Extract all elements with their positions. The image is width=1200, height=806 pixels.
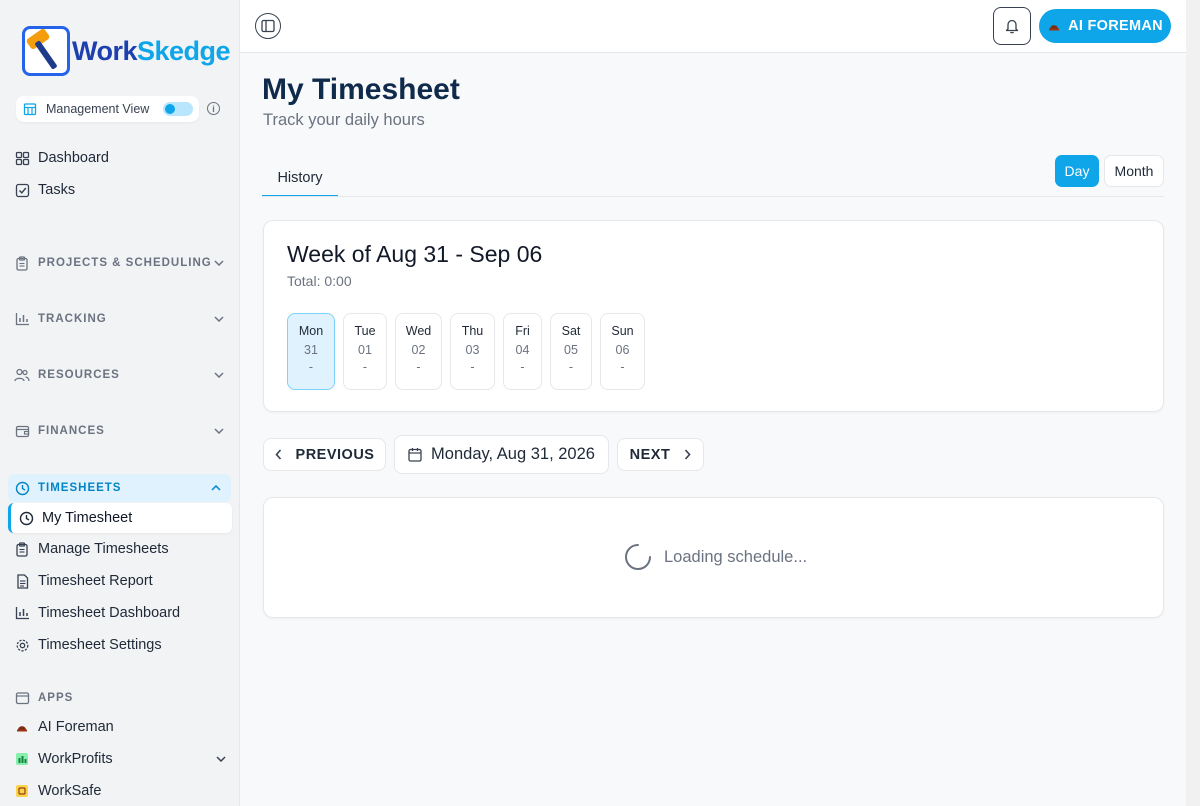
- management-view-toggle[interactable]: [163, 102, 193, 116]
- chevron-down-icon: [212, 255, 226, 271]
- section-timesheets[interactable]: TIMESHEETS: [8, 474, 231, 502]
- top-bar: AI FOREMAN: [240, 0, 1186, 53]
- building-icon: [22, 101, 38, 117]
- sidebar-item-timesheet-report[interactable]: Timesheet Report: [14, 573, 153, 589]
- clock-icon: [14, 480, 30, 496]
- worksafe-app-icon: [14, 783, 30, 799]
- day-tile-thu[interactable]: Thu 03 -: [450, 313, 495, 390]
- hard-hat-icon: [14, 719, 30, 735]
- sidebar-item-timesheet-settings[interactable]: Timesheet Settings: [14, 637, 162, 653]
- panel-left-icon: [261, 19, 275, 33]
- wallet-icon: [14, 423, 30, 439]
- schedule-card: Loading schedule...: [263, 497, 1164, 618]
- tabs-divider: [262, 196, 1164, 197]
- week-total: Total: 0:00: [287, 273, 352, 289]
- brand-name: WorkSkedge: [72, 35, 231, 66]
- week-title: Week of Aug 31 - Sep 06: [287, 241, 543, 267]
- sidebar: WorkSkedge Management View i Dashboard T…: [0, 0, 240, 806]
- chevron-down-icon: [212, 423, 226, 439]
- chevron-left-icon: [274, 449, 282, 460]
- section-finances[interactable]: FINANCES: [14, 423, 226, 439]
- next-day-button[interactable]: NEXT: [617, 438, 704, 471]
- bell-icon: [1005, 18, 1019, 34]
- sidebar-item-my-timesheet[interactable]: My Timesheet: [8, 503, 232, 533]
- users-icon: [14, 367, 30, 383]
- clipboard-icon: [14, 255, 30, 271]
- file-icon: [14, 573, 30, 589]
- workskedge-logo[interactable]: WorkSkedge: [22, 26, 231, 76]
- sidebar-toggle-button[interactable]: [255, 13, 281, 39]
- loading-indicator: Loading schedule...: [624, 543, 807, 571]
- previous-day-button[interactable]: PREVIOUS: [263, 438, 386, 471]
- sidebar-item-timesheet-dashboard[interactable]: Timesheet Dashboard: [14, 605, 180, 621]
- sidebar-item-manage-timesheets[interactable]: Manage Timesheets: [14, 541, 169, 557]
- view-month-button[interactable]: Month: [1104, 155, 1164, 187]
- calendar-icon: [408, 447, 422, 462]
- chevron-up-icon: [209, 480, 223, 496]
- chevron-down-icon: [216, 756, 226, 762]
- day-tile-tue[interactable]: Tue 01 -: [343, 313, 387, 390]
- day-tile-sun[interactable]: Sun 06 -: [600, 313, 645, 390]
- section-projects-scheduling[interactable]: PROJECTS & SCHEDULING: [14, 255, 226, 271]
- sidebar-item-ai-foreman[interactable]: AI Foreman: [14, 719, 114, 735]
- chevron-right-icon: [684, 449, 691, 460]
- page-title: My Timesheet: [262, 73, 460, 106]
- page-subtitle: Track your daily hours: [263, 111, 425, 129]
- section-resources[interactable]: RESOURCES: [14, 367, 226, 383]
- day-tile-wed[interactable]: Wed 02 -: [395, 313, 442, 390]
- spinner-icon: [624, 543, 652, 571]
- chevron-down-icon: [212, 367, 226, 383]
- clipboard-icon: [14, 541, 30, 557]
- management-view-switch[interactable]: Management View: [16, 96, 199, 122]
- sidebar-item-workprofits[interactable]: WorkProfits: [14, 751, 226, 767]
- clock-icon: [18, 510, 34, 526]
- bar-chart-icon: [14, 605, 30, 621]
- hammer-logo-icon: [22, 26, 70, 76]
- sidebar-item-worksafe[interactable]: WorkSafe: [14, 783, 101, 799]
- check-square-icon: [14, 182, 30, 198]
- sidebar-item-tasks[interactable]: Tasks: [14, 182, 75, 198]
- bar-chart-icon: [14, 311, 30, 327]
- gear-icon: [14, 637, 30, 653]
- day-tile-mon[interactable]: Mon 31 -: [287, 313, 335, 390]
- section-tracking[interactable]: TRACKING: [14, 311, 226, 327]
- page-scrollbar[interactable]: [1186, 0, 1200, 806]
- info-icon[interactable]: i: [207, 102, 220, 115]
- day-selector: Mon 31 - Tue 01 - Wed 02 - Thu 03 - Fri …: [287, 313, 645, 390]
- management-view-label: Management View: [46, 102, 150, 116]
- ai-foreman-button[interactable]: AI FOREMAN: [1039, 9, 1171, 43]
- section-apps: APPS: [14, 690, 226, 706]
- tab-history[interactable]: History: [262, 163, 338, 197]
- day-tile-sat[interactable]: Sat 05 -: [550, 313, 592, 390]
- workprofits-app-icon: [14, 751, 30, 767]
- notifications-button[interactable]: [993, 7, 1031, 45]
- week-summary-card: Week of Aug 31 - Sep 06 Total: 0:00 Mon …: [263, 220, 1164, 412]
- chevron-down-icon: [212, 311, 226, 327]
- app-window-icon: [14, 690, 30, 706]
- day-tile-fri[interactable]: Fri 04 -: [503, 313, 542, 390]
- grid-icon: [14, 150, 30, 166]
- view-day-button[interactable]: Day: [1055, 155, 1099, 187]
- date-picker-button[interactable]: Monday, Aug 31, 2026: [394, 435, 609, 474]
- sidebar-item-dashboard[interactable]: Dashboard: [14, 150, 109, 166]
- hard-hat-icon: [1047, 20, 1061, 32]
